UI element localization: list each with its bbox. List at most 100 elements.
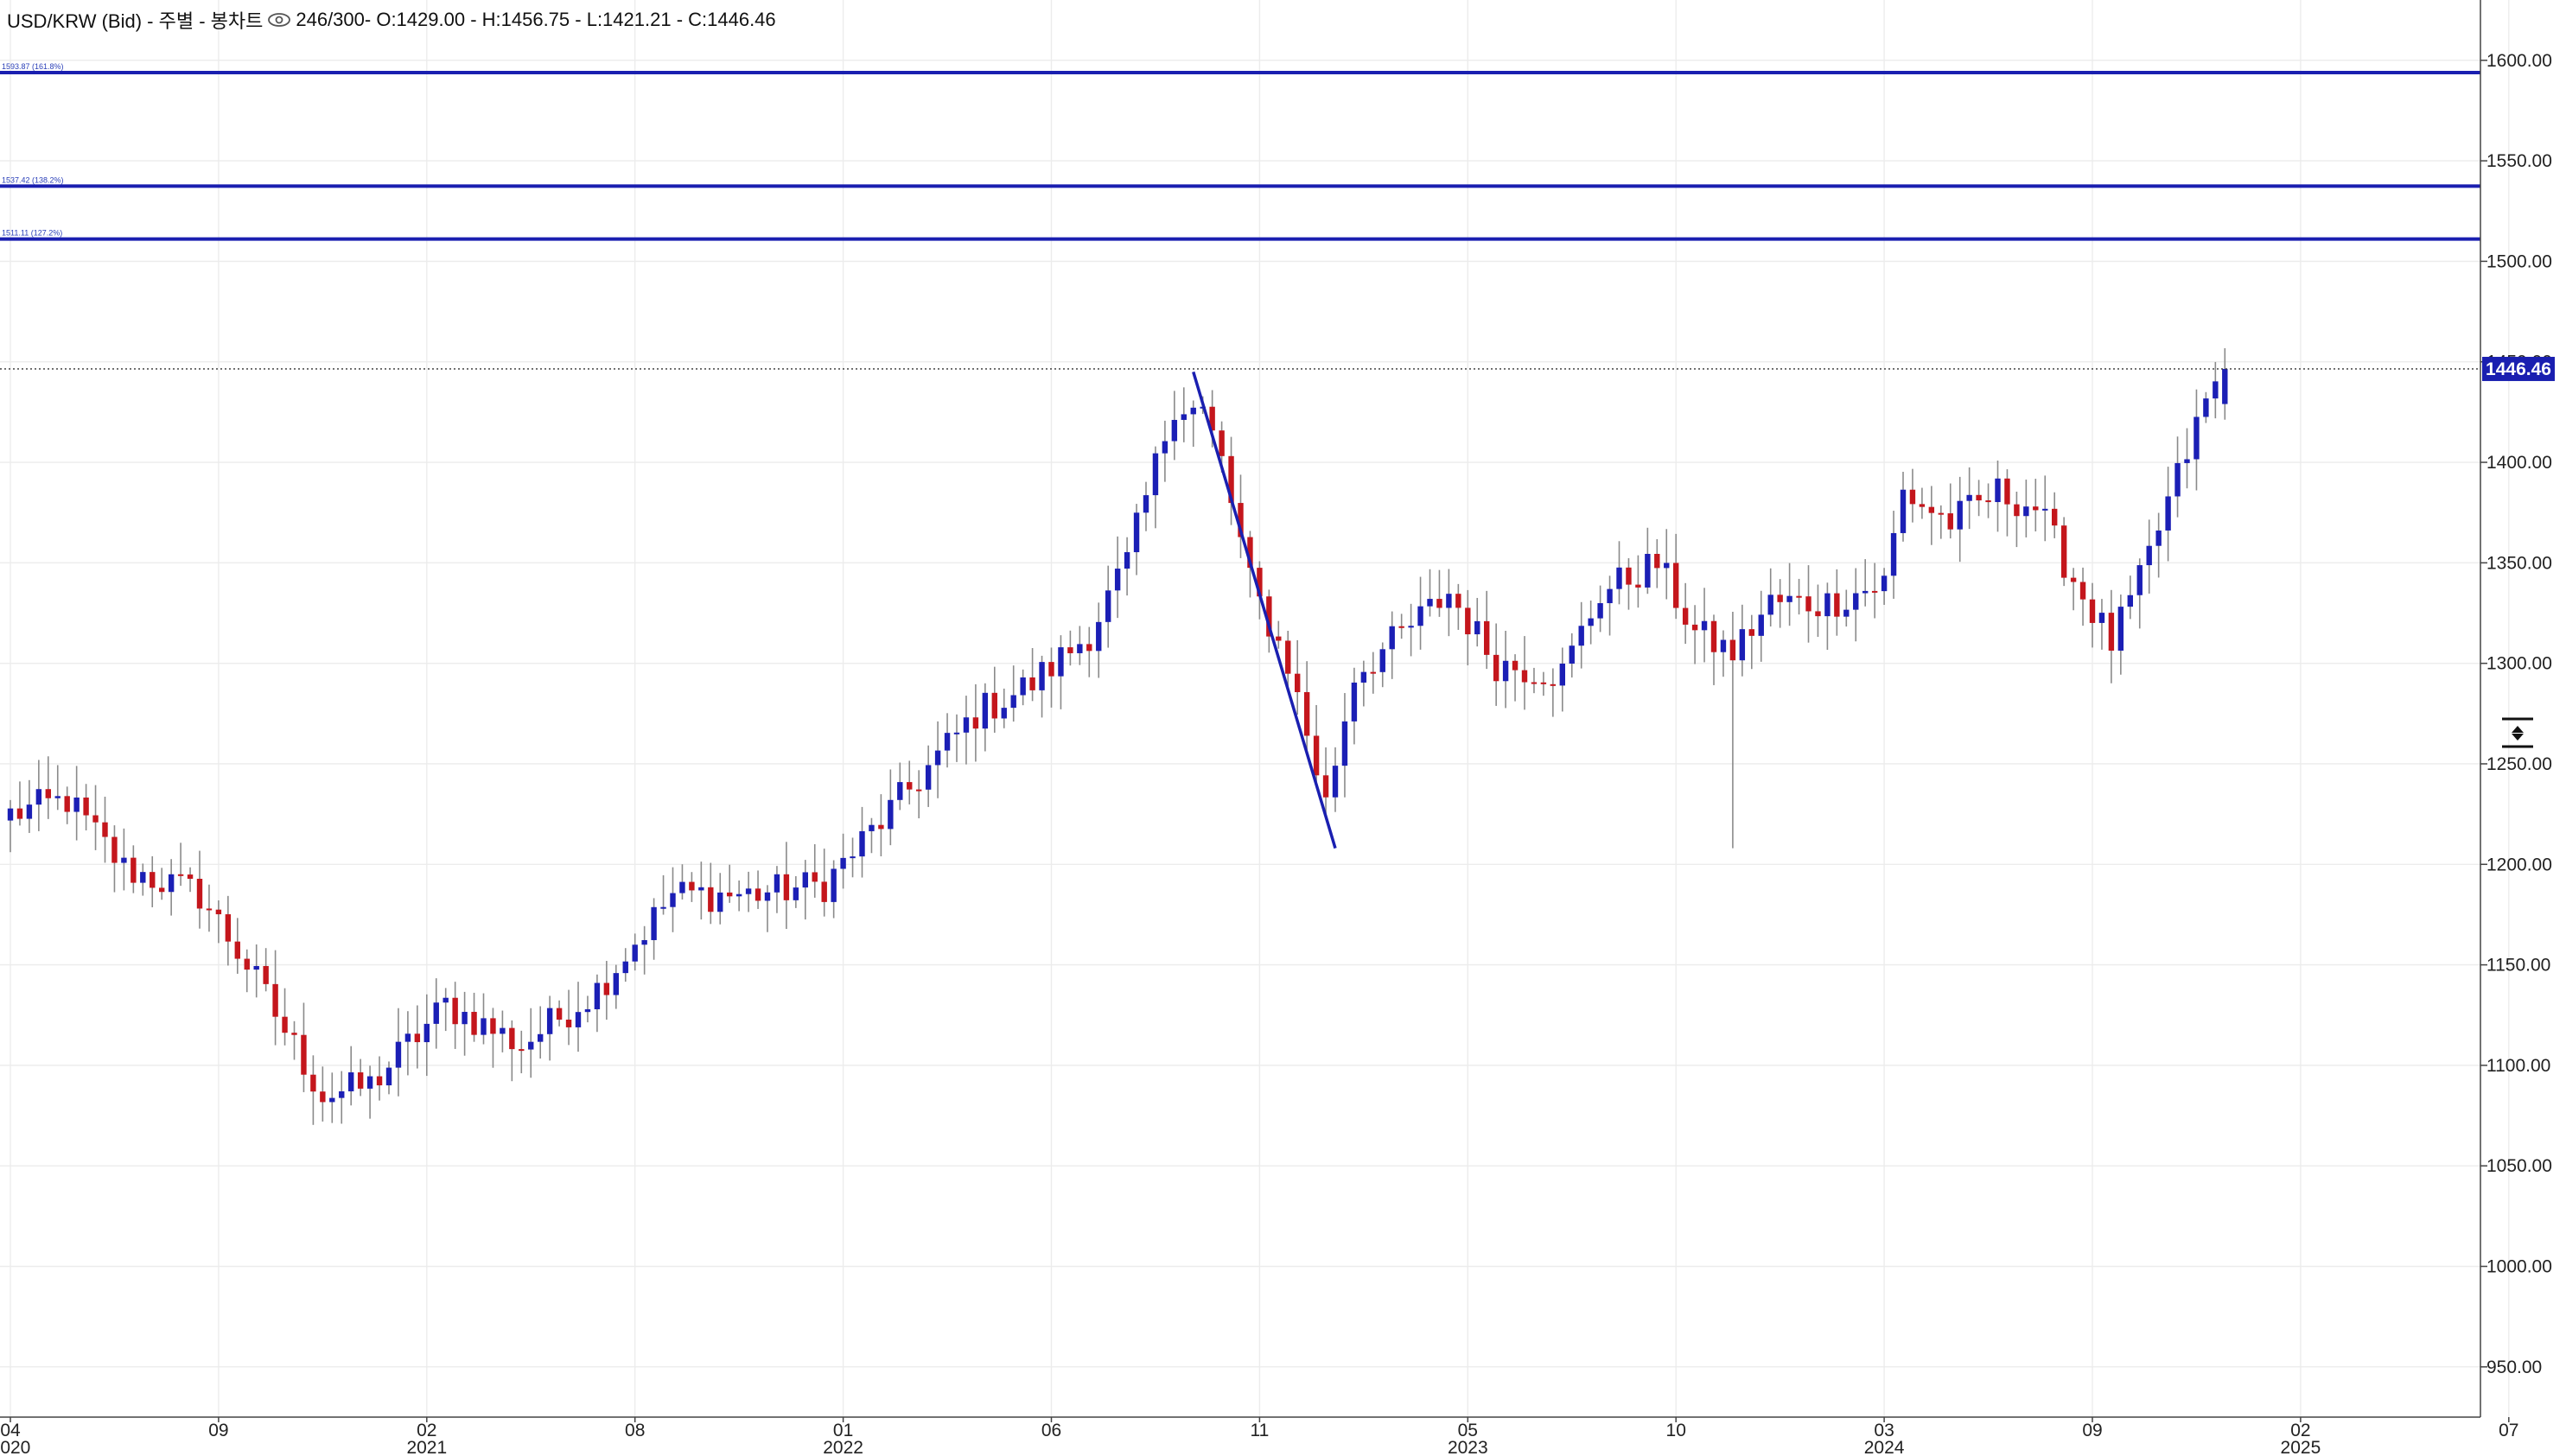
candle-body	[310, 1074, 316, 1092]
candle-body	[1162, 441, 1168, 454]
candle-body	[320, 1091, 326, 1103]
ohlc-readout: - O:1429.00 - H:1456.75 - L:1421.21 - C:…	[364, 9, 776, 30]
candle-body	[272, 983, 278, 1017]
candle-body	[509, 1027, 515, 1050]
candle-body	[651, 906, 657, 940]
candle-body	[1427, 599, 1433, 607]
candle-body	[1881, 575, 1888, 592]
candle-body	[963, 717, 970, 733]
candle-body	[1626, 567, 1632, 585]
candle-body	[727, 892, 733, 897]
candle-body	[934, 750, 941, 766]
candle-body	[1947, 513, 1953, 530]
candle-body	[263, 965, 269, 984]
y-tick-label: 1050.00	[2486, 1156, 2552, 1176]
candle-body	[2023, 506, 2029, 517]
candle-body	[764, 892, 771, 901]
fib-level-label: 1593.87 (161.8%)	[2, 62, 64, 71]
candle-body	[878, 824, 884, 830]
candle-body	[121, 857, 127, 863]
y-tick-label: 1350.00	[2486, 553, 2552, 573]
candle-body	[168, 874, 175, 893]
candle-body	[348, 1072, 354, 1091]
candle-body	[859, 830, 865, 857]
candle-body	[1597, 603, 1603, 619]
candle-body	[92, 815, 99, 823]
candle-body	[519, 1049, 525, 1052]
candle-body	[2004, 478, 2010, 505]
candle-body	[528, 1041, 534, 1050]
symbol-title: USD/KRW (Bid) - 주별 - 봉차트	[7, 10, 264, 32]
fib-level-label: 1537.42 (138.2%)	[2, 175, 64, 184]
candle-body	[2089, 599, 2096, 623]
candle-body	[2184, 459, 2190, 463]
candlestick-chart[interactable]: 1593.87 (161.8%) 1537.42 (138.2%) 1511.11 …	[0, 0, 2566, 1456]
candle-body	[2146, 545, 2152, 566]
candle-body	[538, 1033, 544, 1042]
candle-body	[1058, 647, 1064, 677]
candle-body	[1417, 606, 1423, 626]
candle-body	[234, 941, 240, 959]
candle-body	[282, 1016, 288, 1033]
candle-body	[1824, 593, 1831, 617]
candle-body	[1086, 644, 1092, 652]
candle-body	[2117, 607, 2124, 651]
candle-body	[253, 965, 259, 970]
eye-icon[interactable]	[266, 10, 292, 30]
x-axis[interactable]: 0420200902202108012022061105202310032024…	[0, 1416, 2566, 1456]
candle-body	[1143, 495, 1149, 513]
candle-body	[679, 881, 685, 893]
candle-body	[1928, 506, 1935, 513]
candle-body	[1985, 500, 1991, 503]
candle-body	[1114, 569, 1121, 591]
trend-line-group	[1192, 371, 1337, 849]
x-tick-month: 09	[2082, 1421, 2102, 1440]
candle-body	[1900, 489, 1907, 533]
candle-body	[1673, 563, 1679, 608]
candle-body	[982, 692, 989, 729]
candle-body	[1843, 609, 1850, 617]
x-tick-year: 2022	[823, 1438, 863, 1456]
candle-body	[2203, 398, 2209, 417]
candle-body	[897, 782, 903, 800]
candle-body	[1171, 419, 1178, 442]
candle-body	[73, 797, 80, 812]
candle-body	[1303, 691, 1310, 736]
candle-body	[1446, 594, 1452, 608]
candle-body	[102, 822, 108, 837]
candle-body	[1152, 453, 1159, 496]
y-tick-label: 1600.00	[2486, 51, 2552, 71]
candle-body	[301, 1034, 307, 1075]
scale-drag-icon[interactable]	[2500, 715, 2535, 750]
candle-body	[1957, 500, 1963, 530]
y-tick-label: 1100.00	[2486, 1056, 2550, 1076]
candle-body	[622, 961, 628, 974]
candle-body	[1493, 654, 1499, 682]
candle-body	[339, 1090, 345, 1098]
candle-body	[2033, 506, 2039, 511]
candle-body	[2079, 582, 2086, 600]
candle-body	[1853, 593, 1859, 610]
candle-body	[556, 1008, 563, 1020]
candle-body	[2108, 613, 2115, 651]
candle-body	[1748, 629, 1754, 636]
candle-body	[1295, 673, 1301, 692]
grid-lines	[0, 0, 2510, 1417]
candle-body	[1322, 775, 1329, 798]
candle-body	[2042, 508, 2048, 511]
candle-body	[443, 997, 449, 1003]
x-tick-year: 2023	[1448, 1438, 1488, 1456]
candle-body	[140, 872, 146, 883]
candle-body	[1578, 626, 1584, 646]
candle-body	[821, 881, 827, 902]
candle-body	[1862, 590, 1869, 594]
candle-body	[2098, 613, 2105, 623]
candle-body	[64, 796, 70, 812]
candle-body	[1588, 618, 1594, 626]
candle-body	[244, 958, 250, 970]
candle-body	[708, 887, 714, 912]
candle-body	[1710, 620, 1717, 652]
candle-body	[783, 874, 790, 900]
x-tick-month: 10	[1666, 1421, 1686, 1440]
y-axis[interactable]: 950.00 1000.00 1050.00 1100.00 1150.00 1200.0…	[2480, 0, 2552, 1417]
